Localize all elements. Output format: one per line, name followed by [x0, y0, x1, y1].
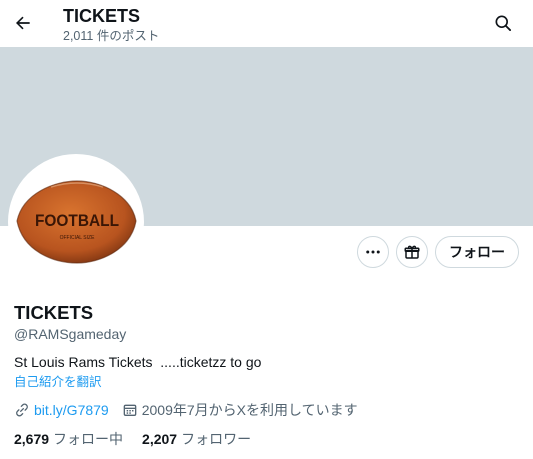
profile-stats: 2,679 フォロー中 2,207 フォロワー: [14, 430, 251, 448]
following-link[interactable]: 2,679 フォロー中: [14, 429, 123, 449]
football-subtext: OFFICIAL SIZE: [60, 235, 95, 241]
followers-label: フォロワー: [181, 431, 252, 447]
search-button[interactable]: [488, 8, 518, 38]
joined-date: 2009年7月からXを利用しています: [141, 402, 358, 418]
top-bar: TICKETS 2,011 件のポスト: [0, 0, 533, 47]
more-button[interactable]: [357, 236, 389, 268]
profile-handle: @RAMSgameday: [14, 326, 127, 342]
arrow-left-icon: [16, 16, 30, 30]
calendar-icon: [122, 402, 138, 418]
followers-count: 2,207: [142, 431, 178, 447]
link-icon: [14, 402, 30, 418]
gift-icon: [404, 245, 420, 259]
back-button[interactable]: [8, 8, 38, 38]
profile-name: TICKETS: [14, 302, 94, 323]
football-image: FOOTBALL OFFICIAL SIZE: [11, 157, 141, 287]
avatar[interactable]: FOOTBALL OFFICIAL SIZE: [11, 157, 141, 287]
follow-button[interactable]: フォロー: [435, 236, 519, 268]
subscribe-button[interactable]: [396, 236, 428, 268]
more-dots-icon: [366, 250, 380, 254]
profile-bio: St Louis Rams Tickets .....ticketzz to g…: [14, 354, 262, 370]
following-count: 2,679: [14, 431, 50, 447]
search-icon: [495, 15, 511, 32]
profile-meta: bit.ly/G7879 2009年7月からXを利用しています: [14, 400, 358, 420]
profile-website-link[interactable]: bit.ly/G7879: [34, 402, 109, 418]
following-label: フォロー中: [53, 431, 124, 447]
page-title: TICKETS: [63, 6, 141, 26]
translate-bio-link[interactable]: 自己紹介を翻訳: [14, 374, 102, 390]
post-count: 2,011 件のポスト: [63, 29, 160, 43]
football-text: FOOTBALL: [35, 211, 119, 230]
followers-link[interactable]: 2,207 フォロワー: [142, 429, 251, 449]
